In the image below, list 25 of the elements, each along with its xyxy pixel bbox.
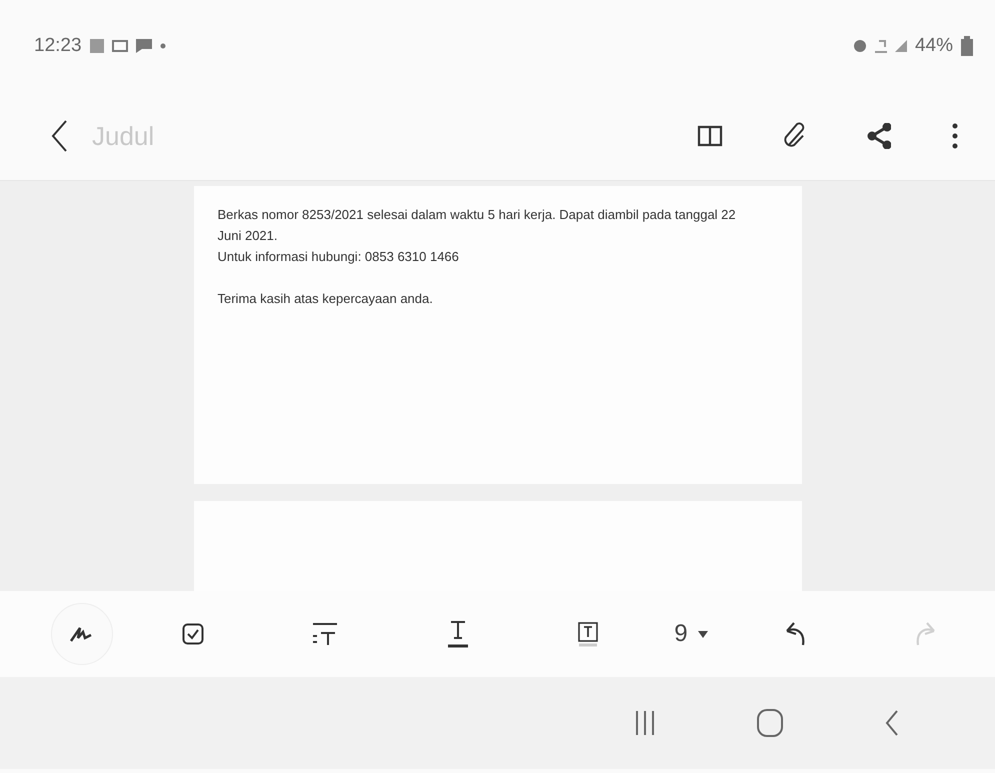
checkbox-icon (182, 623, 204, 645)
recent-apps-icon[interactable] (634, 709, 656, 737)
text-style-icon (311, 622, 340, 646)
message-icon (136, 39, 152, 53)
calendar-icon (112, 40, 128, 52)
note-paragraph: Untuk informasi hubungi: 0853 6310 1466 (218, 248, 460, 266)
home-icon[interactable] (756, 708, 784, 738)
back-icon (50, 119, 68, 153)
share-icon (867, 123, 891, 149)
redo-icon (914, 621, 938, 647)
dot-icon (160, 43, 166, 49)
battery-percent: 44% (914, 35, 953, 57)
status-time: 12:23 (34, 35, 82, 57)
text-highlight-icon (577, 621, 600, 647)
battery-icon (961, 36, 973, 56)
signal-icon (894, 40, 907, 52)
alarm-icon (852, 39, 867, 53)
text-color-icon (446, 619, 470, 649)
font-size-dropdown[interactable]: 9 (668, 619, 714, 649)
caret-icon (698, 630, 708, 638)
note-paragraph: Terima kasih atas kepercayaan anda. (218, 290, 434, 308)
back-icon[interactable] (884, 709, 900, 737)
book-icon (697, 124, 723, 148)
note-paragraph: Berkas nomor 8253/2021 selesai dalam waktu 5 hari kerja. Dapat diambil pada tanggal 22 Juni 2021. (218, 206, 737, 245)
more-icon (951, 122, 959, 150)
